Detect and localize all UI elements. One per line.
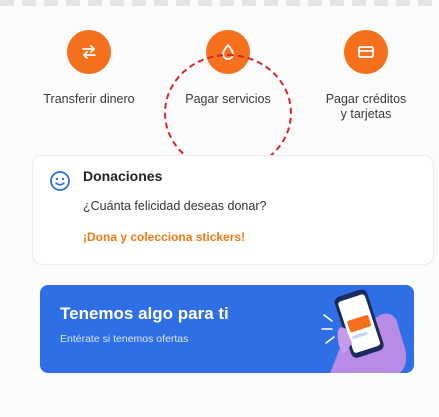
- transfer-icon: [67, 30, 111, 74]
- donation-cta-link[interactable]: ¡Dona y colecciona stickers!: [83, 230, 245, 244]
- donation-card[interactable]: Donaciones ¿Cuánta felicidad deseas dona…: [32, 155, 434, 265]
- pay-credits-cards-label: Pagar créditos y tarjetas: [325, 92, 407, 121]
- pay-credits-cards-button[interactable]: Pagar créditos y tarjetas: [310, 30, 422, 122]
- transfer-money-button[interactable]: Transferir dinero: [34, 30, 144, 107]
- top-divider: [0, 0, 439, 6]
- quick-actions: Transferir dinero Pagar servicios Pagar …: [0, 30, 439, 172]
- promo-banner[interactable]: Tenemos algo para ti Entérate si tenemos…: [40, 285, 414, 373]
- page: Transferir dinero Pagar servicios Pagar …: [0, 0, 439, 417]
- smile-icon: [50, 171, 70, 191]
- donation-question: ¿Cuánta felicidad deseas donar?: [83, 199, 267, 213]
- transfer-money-label: Transferir dinero: [43, 92, 135, 106]
- phone-hand-icon: [321, 289, 407, 373]
- promo-headline: Tenemos algo para ti: [60, 304, 229, 323]
- card-icon: [344, 30, 388, 74]
- donation-title: Donaciones: [83, 168, 163, 184]
- promo-subtitle: Entérate si tenemos ofertas: [60, 333, 189, 345]
